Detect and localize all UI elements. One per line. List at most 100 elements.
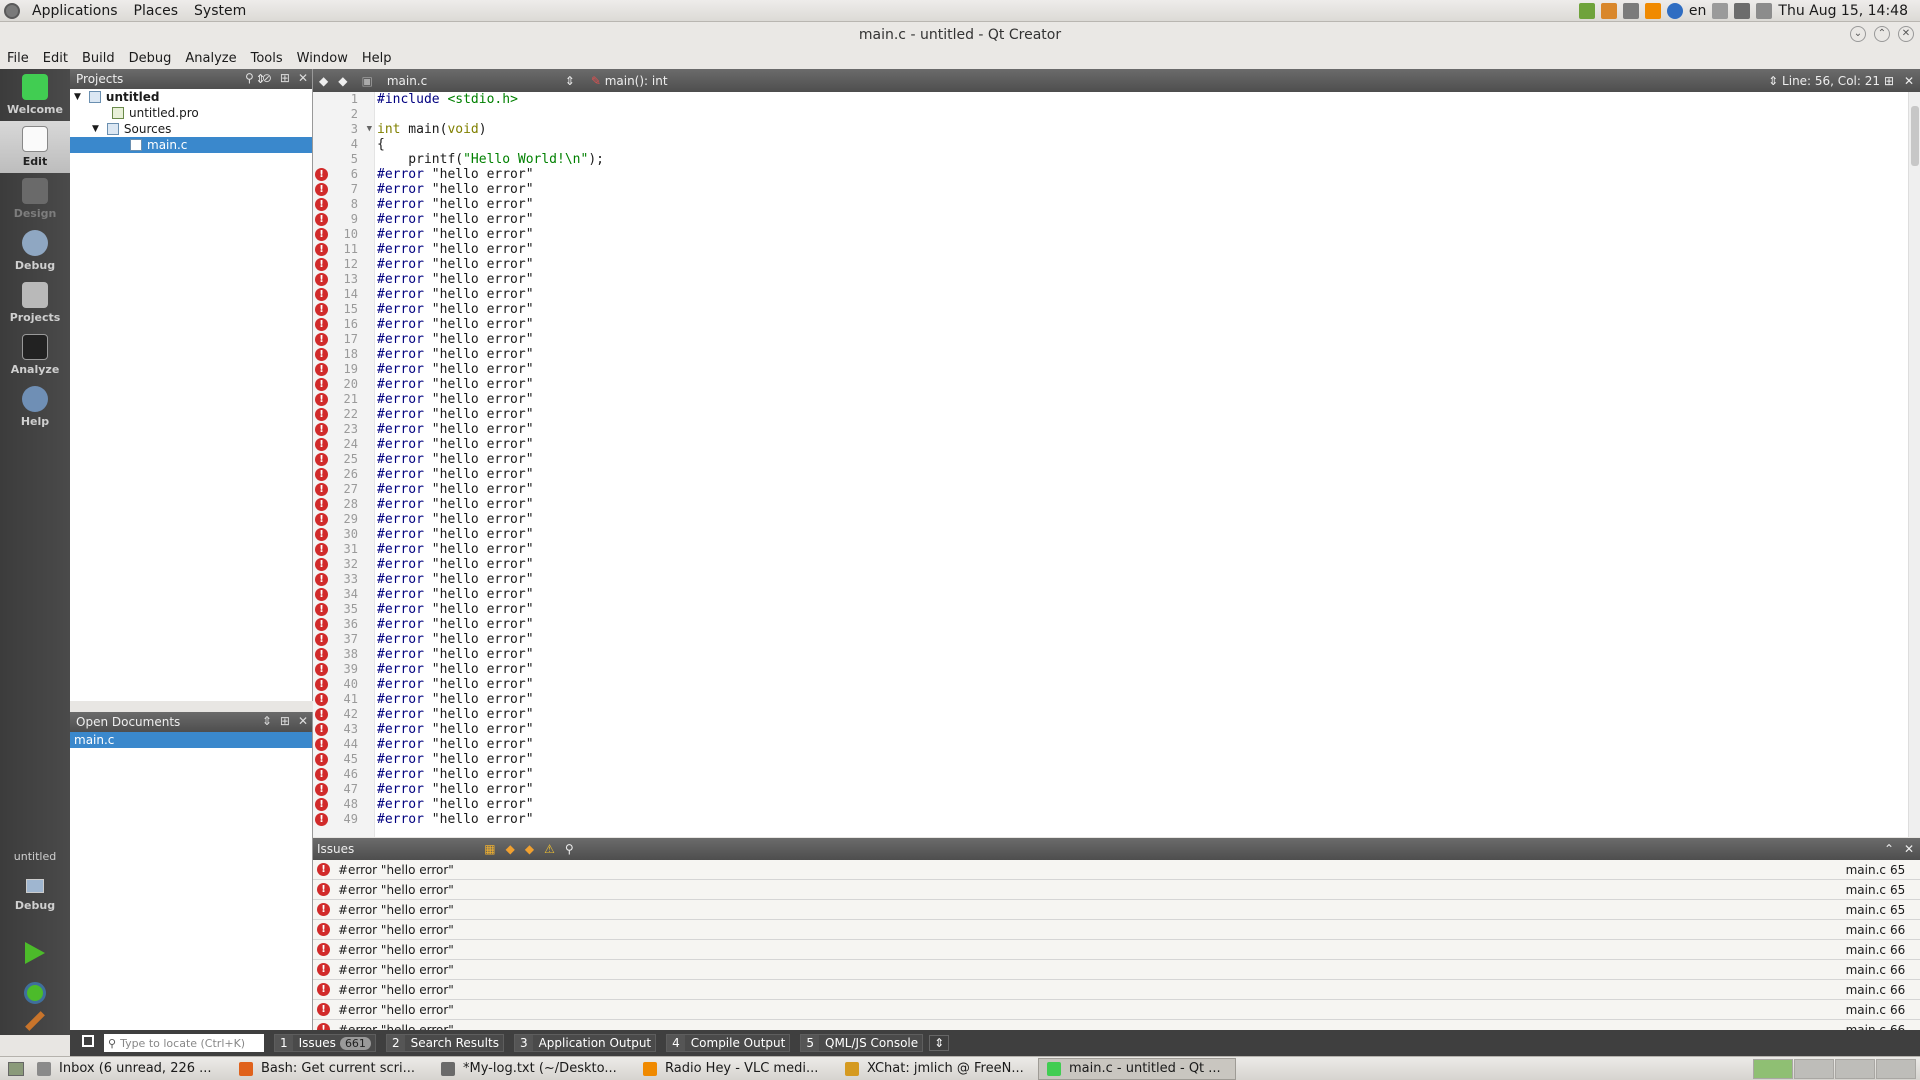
- code-line[interactable]: #error "hello error": [377, 272, 1906, 287]
- code-line[interactable]: #error "hello error": [377, 197, 1906, 212]
- close-pane-icon[interactable]: ✕: [1904, 842, 1914, 856]
- menu-analyze[interactable]: Analyze: [178, 51, 243, 66]
- mode-welcome[interactable]: Welcome: [0, 69, 70, 121]
- issues-list[interactable]: ! #error "hello error" main.c 65! #error "he…: [313, 860, 1920, 1030]
- mode-debug[interactable]: Debug: [0, 225, 70, 277]
- code-line[interactable]: #error "hello error": [377, 377, 1906, 392]
- code-line[interactable]: #error "hello error": [377, 722, 1906, 737]
- code-line[interactable]: #error "hello error": [377, 212, 1906, 227]
- gutter-line[interactable]: 5: [313, 152, 374, 167]
- error-marker-icon[interactable]: !: [315, 423, 328, 436]
- code-line[interactable]: #error "hello error": [377, 347, 1906, 362]
- error-marker-icon[interactable]: !: [315, 558, 328, 571]
- gutter-line[interactable]: ! 27: [313, 482, 374, 497]
- menu-edit[interactable]: Edit: [36, 51, 75, 66]
- error-marker-icon[interactable]: !: [315, 693, 328, 706]
- error-marker-icon[interactable]: !: [315, 453, 328, 466]
- editor-vertical-scrollbar[interactable]: [1908, 92, 1920, 837]
- gutter-line[interactable]: ! 35: [313, 602, 374, 617]
- gutter-line[interactable]: ! 18: [313, 347, 374, 362]
- filter-icon[interactable]: ⚲: [565, 842, 574, 856]
- gutter-line[interactable]: ! 29: [313, 512, 374, 527]
- clock[interactable]: Thu Aug 15, 14:48: [1778, 3, 1908, 19]
- split-icon[interactable]: ⊞: [280, 714, 290, 728]
- code-line[interactable]: #error "hello error": [377, 527, 1906, 542]
- maximize-pane-icon[interactable]: ⌃: [1884, 842, 1894, 856]
- error-marker-icon[interactable]: !: [315, 378, 328, 391]
- back-arrow-icon[interactable]: ◆: [319, 74, 328, 88]
- code-line[interactable]: #error "hello error": [377, 707, 1906, 722]
- gutter-line[interactable]: ! 19: [313, 362, 374, 377]
- gutter-line[interactable]: ! 47: [313, 782, 374, 797]
- debug-run-icon[interactable]: [24, 982, 46, 1004]
- code-line[interactable]: #error "hello error": [377, 242, 1906, 257]
- line-column-indicator[interactable]: ⇕ Line: 56, Col: 21: [1768, 74, 1880, 88]
- network-icon[interactable]: [1734, 2, 1751, 19]
- code-line[interactable]: #error "hello error": [377, 767, 1906, 782]
- menu-help[interactable]: Help: [355, 51, 399, 66]
- error-marker-icon[interactable]: !: [315, 168, 328, 181]
- error-marker-icon[interactable]: !: [315, 753, 328, 766]
- gutter-line[interactable]: ! 48: [313, 797, 374, 812]
- workspace-3[interactable]: [1835, 1058, 1875, 1079]
- code-line[interactable]: #error "hello error": [377, 167, 1906, 182]
- code-line[interactable]: #error "hello error": [377, 452, 1906, 467]
- code-line[interactable]: #error "hello error": [377, 557, 1906, 572]
- menu-build[interactable]: Build: [75, 51, 122, 66]
- close-pane-icon[interactable]: ✕: [298, 714, 308, 728]
- code-line[interactable]: #error "hello error": [377, 497, 1906, 512]
- code-line[interactable]: #error "hello error": [377, 422, 1906, 437]
- gutter-line[interactable]: ! 42: [313, 707, 374, 722]
- show-desktop-icon[interactable]: [8, 1061, 24, 1076]
- split-icon[interactable]: ⊞: [280, 71, 290, 85]
- error-marker-icon[interactable]: !: [315, 183, 328, 196]
- error-marker-icon[interactable]: !: [315, 243, 328, 256]
- taskbar-item[interactable]: main.c - untitled - Qt ...: [1038, 1057, 1236, 1080]
- system-menu[interactable]: System: [186, 3, 254, 19]
- minimize-button[interactable]: ⌄: [1850, 26, 1866, 42]
- error-marker-icon[interactable]: !: [315, 588, 328, 601]
- gutter-line[interactable]: ! 44: [313, 737, 374, 752]
- gutter-line[interactable]: ! 38: [313, 647, 374, 662]
- code-line[interactable]: #error "hello error": [377, 632, 1906, 647]
- gutter-line[interactable]: ! 30: [313, 527, 374, 542]
- mode-help[interactable]: Help: [0, 381, 70, 433]
- gutter-line[interactable]: ! 23: [313, 422, 374, 437]
- code-line[interactable]: #error "hello error": [377, 512, 1906, 527]
- error-marker-icon[interactable]: !: [315, 633, 328, 646]
- gutter-line[interactable]: ! 33: [313, 572, 374, 587]
- code-line[interactable]: #error "hello error": [377, 392, 1906, 407]
- taskbar-item[interactable]: Bash: Get current scri...: [230, 1058, 428, 1080]
- code-line[interactable]: [377, 107, 1906, 122]
- tree-item-project[interactable]: ▼ untitled: [70, 89, 312, 105]
- gutter-line[interactable]: 2: [313, 107, 374, 122]
- close-window-button[interactable]: ✕: [1898, 26, 1914, 42]
- gutter-line[interactable]: ! 11: [313, 242, 374, 257]
- code-line[interactable]: #error "hello error": [377, 542, 1906, 557]
- error-marker-icon[interactable]: !: [315, 348, 328, 361]
- error-marker-icon[interactable]: !: [315, 333, 328, 346]
- code-line[interactable]: #error "hello error": [377, 782, 1906, 797]
- code-line[interactable]: #error "hello error": [377, 572, 1906, 587]
- vlc-tray-icon[interactable]: [1644, 2, 1661, 19]
- gutter-line[interactable]: ! 25: [313, 452, 374, 467]
- workspace-1[interactable]: [1753, 1058, 1793, 1079]
- more-tabs-arrows-icon[interactable]: ⇕: [929, 1035, 950, 1051]
- issue-row[interactable]: ! #error "hello error" main.c 65: [313, 900, 1920, 920]
- mode-analyze[interactable]: Analyze: [0, 329, 70, 381]
- mode-projects[interactable]: Projects: [0, 277, 70, 329]
- tab-application-output[interactable]: 3 Application Output: [513, 1034, 657, 1052]
- keyboard-layout[interactable]: en: [1689, 3, 1707, 19]
- code-line[interactable]: {: [377, 137, 1906, 152]
- gutter-line[interactable]: ! 13: [313, 272, 374, 287]
- error-marker-icon[interactable]: !: [315, 408, 328, 421]
- volume-icon[interactable]: [1712, 2, 1729, 19]
- code-line[interactable]: #error "hello error": [377, 737, 1906, 752]
- error-marker-icon[interactable]: !: [315, 438, 328, 451]
- open-document-item[interactable]: main.c: [70, 732, 312, 748]
- view-selector-arrows-icon[interactable]: ⇕: [262, 714, 272, 728]
- code-line[interactable]: #error "hello error": [377, 287, 1906, 302]
- menu-window[interactable]: Window: [290, 51, 355, 66]
- gutter-line[interactable]: ! 45: [313, 752, 374, 767]
- gutter-line[interactable]: ! 49: [313, 812, 374, 827]
